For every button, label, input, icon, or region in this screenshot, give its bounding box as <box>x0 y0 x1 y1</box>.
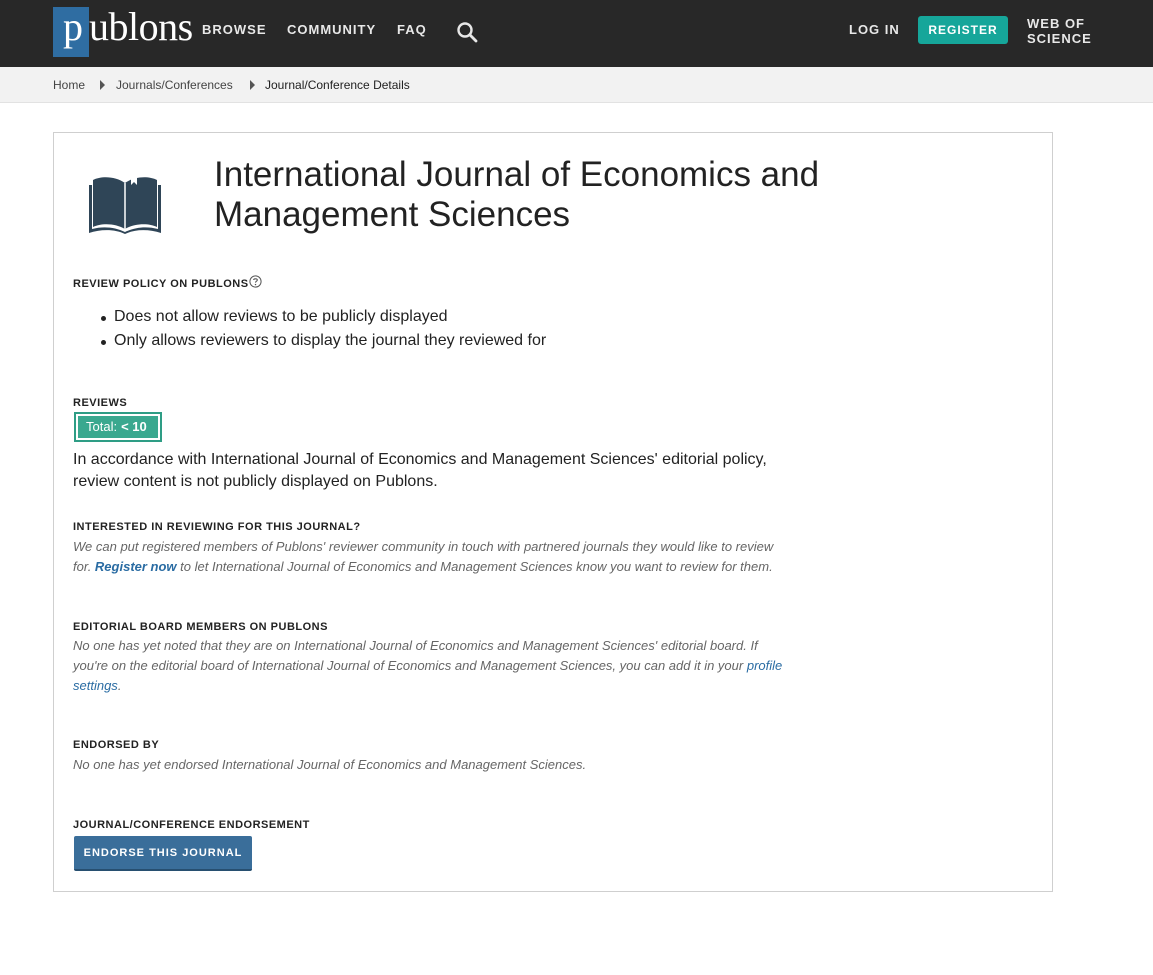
web-of-science-link[interactable]: WEB OF SCIENCE <box>1027 16 1092 46</box>
register-now-link[interactable]: Register now <box>95 559 177 574</box>
editorial-text-before: No one has yet noted that they are on In… <box>73 638 758 673</box>
reviews-note: In accordance with International Journal… <box>73 451 767 490</box>
editorial-label: EDITORIAL BOARD MEMBERS ON PUBLONS <box>73 621 328 633</box>
reviews-total-badge: Total: < 10 <box>74 412 162 442</box>
policy-item: Does not allow reviews to be publicly di… <box>101 305 546 329</box>
breadcrumb-journals[interactable]: Journals/Conferences <box>116 78 233 92</box>
review-policy-list: Does not allow reviews to be publicly di… <box>101 305 546 353</box>
policy-item: Only allows reviewers to display the jou… <box>101 329 546 353</box>
reviews-label: REVIEWS <box>73 397 128 409</box>
endorsed-by-text: No one has yet endorsed International Jo… <box>73 757 587 772</box>
breadcrumb: Home Journals/Conferences Journal/Confer… <box>0 67 1153 103</box>
book-icon <box>89 173 161 234</box>
reviews-total-inner: Total: < 10 <box>78 416 158 438</box>
logo-mark: p <box>53 7 89 57</box>
journal-card: International Journal of Economics and M… <box>53 132 1053 892</box>
publons-logo[interactable]: p ublons <box>53 7 193 57</box>
register-button[interactable]: REGISTER <box>918 16 1008 44</box>
review-policy-label: REVIEW POLICY ON PUBLONS <box>73 278 249 290</box>
chevron-right-icon <box>100 80 105 90</box>
interested-text: We can put registered members of Publons… <box>73 537 793 577</box>
top-navbar: p ublons BROWSE COMMUNITY FAQ LOG IN REG… <box>0 0 1153 67</box>
interested-text-after: to let International Journal of Economic… <box>176 559 773 574</box>
breadcrumb-home[interactable]: Home <box>53 78 85 92</box>
journal-title: International Journal of Economics and M… <box>214 155 820 234</box>
wos-line-1: WEB OF <box>1027 16 1085 31</box>
editorial-text: No one has yet noted that they are on In… <box>73 636 793 696</box>
logo-wordmark: ublons <box>89 4 193 49</box>
total-label: Total: <box>86 419 118 434</box>
search-icon[interactable] <box>455 20 479 44</box>
chevron-right-icon <box>250 80 255 90</box>
login-link[interactable]: LOG IN <box>849 22 900 37</box>
total-value: < 10 <box>121 419 147 434</box>
breadcrumb-current: Journal/Conference Details <box>265 78 410 92</box>
endorse-journal-button[interactable]: ENDORSE THIS JOURNAL <box>74 836 252 871</box>
nav-community[interactable]: COMMUNITY <box>287 22 376 37</box>
endorsement-label: JOURNAL/CONFERENCE ENDORSEMENT <box>73 819 310 831</box>
editorial-text-after: . <box>117 678 122 693</box>
endorsed-by-label: ENDORSED BY <box>73 739 160 751</box>
help-icon[interactable] <box>249 275 262 288</box>
interested-label: INTERESTED IN REVIEWING FOR THIS JOURNAL… <box>73 521 361 533</box>
wos-line-2: SCIENCE <box>1027 31 1092 46</box>
nav-faq[interactable]: FAQ <box>397 22 427 37</box>
nav-browse[interactable]: BROWSE <box>202 22 267 37</box>
